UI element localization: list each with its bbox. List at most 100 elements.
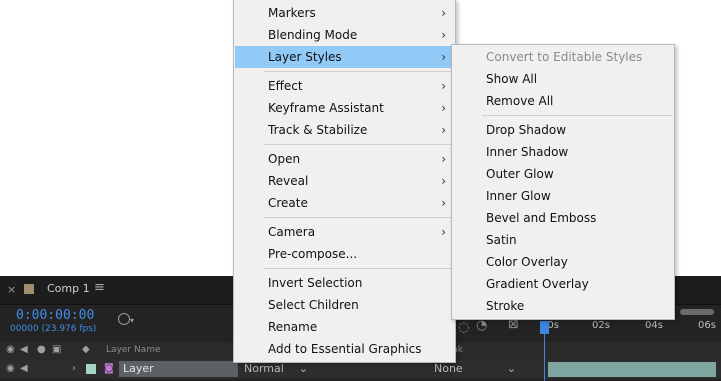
- menu-item-label: Satin: [486, 233, 517, 247]
- menu-separator: [264, 71, 453, 72]
- submenu-item-inner-shadow[interactable]: Inner Shadow: [453, 141, 673, 163]
- label-tag-icon: ◆: [82, 344, 90, 355]
- menu-item-open[interactable]: Open ›: [235, 148, 454, 170]
- menu-item-layer-styles[interactable]: Layer Styles ›: [235, 46, 454, 68]
- menu-item-label: Gradient Overlay: [486, 277, 589, 291]
- menu-item-label: Camera: [268, 225, 316, 239]
- menu-item-label: Show All: [486, 72, 538, 86]
- eye-icon: ◉: [6, 344, 15, 355]
- close-tab-icon[interactable]: ×: [7, 283, 16, 296]
- menu-item-label: Select Children: [268, 298, 359, 312]
- chevron-right-icon: ›: [441, 6, 446, 20]
- motion-blur-icon[interactable]: ◔: [476, 318, 487, 333]
- menu-item-label: Drop Shadow: [486, 123, 567, 137]
- menu-item-label: Effect: [268, 79, 303, 93]
- menu-item-create[interactable]: Create ›: [235, 192, 454, 214]
- frame-rate-info: 00000 (23.976 fps): [10, 324, 97, 334]
- menu-item-label: Convert to Editable Styles: [486, 50, 643, 64]
- menu-item-label: Track & Stabilize: [268, 123, 368, 137]
- submenu-item-inner-glow[interactable]: Inner Glow: [453, 185, 673, 207]
- menu-item-invert-selection[interactable]: Invert Selection: [235, 272, 454, 294]
- work-area-bar[interactable]: [680, 309, 714, 315]
- draft-3d-icon[interactable]: ◌: [458, 320, 469, 335]
- menu-item-label: Inner Glow: [486, 189, 551, 203]
- submenu-item-drop-shadow[interactable]: Drop Shadow: [453, 119, 673, 141]
- menu-separator: [264, 217, 453, 218]
- layer-name-header[interactable]: Layer Name: [106, 345, 161, 355]
- menu-separator: [264, 268, 453, 269]
- menu-item-label: Remove All: [486, 94, 554, 108]
- chevron-right-icon: ›: [441, 225, 446, 239]
- submenu-item-gradient-overlay[interactable]: Gradient Overlay: [453, 273, 673, 295]
- chevron-right-icon: ›: [441, 101, 446, 115]
- menu-item-reveal[interactable]: Reveal ›: [235, 170, 454, 192]
- menu-item-add-to-essential-graphics[interactable]: Add to Essential Graphics: [235, 338, 454, 360]
- layer-mode-select[interactable]: Normal ⌄: [244, 361, 312, 377]
- submenu-item-stroke[interactable]: Stroke: [453, 295, 673, 317]
- ruler-label: 02s: [592, 320, 610, 331]
- expand-chevron-icon[interactable]: ›: [72, 363, 76, 374]
- submenu-item-outer-glow[interactable]: Outer Glow: [453, 163, 673, 185]
- menu-item-label: Layer Styles: [268, 50, 342, 64]
- visibility-toggle-icon[interactable]: ◉: [6, 363, 15, 374]
- menu-item-label: Color Overlay: [486, 255, 568, 269]
- chevron-right-icon: ›: [441, 79, 446, 93]
- menu-item-effect[interactable]: Effect ›: [235, 75, 454, 97]
- current-time-line: [544, 321, 545, 381]
- menu-separator: [264, 144, 453, 145]
- search-dropdown-icon[interactable]: ▾: [130, 316, 134, 325]
- solo-icon: ●: [37, 344, 46, 355]
- submenu-item-show-all[interactable]: Show All: [453, 68, 673, 90]
- lock-icon: ▣: [52, 344, 62, 355]
- audio-icon: ◀: [20, 344, 28, 355]
- current-time-display[interactable]: 0:00:00:00: [16, 308, 94, 323]
- context-menu: Markers › Blending Mode › Layer Styles › Effec…: [233, 0, 456, 363]
- ruler-label: 06s: [698, 320, 716, 331]
- menu-item-label: Markers: [268, 6, 316, 20]
- menu-item-keyframe-assistant[interactable]: Keyframe Assistant ›: [235, 97, 454, 119]
- chevron-down-icon: ⌄: [298, 362, 308, 375]
- menu-item-label: Keyframe Assistant: [268, 101, 384, 115]
- menu-item-label: Stroke: [486, 299, 525, 313]
- layer-styles-submenu: Convert to Editable Styles Show All Remove…: [451, 44, 675, 320]
- menu-item-blending-mode[interactable]: Blending Mode ›: [235, 24, 454, 46]
- submenu-item-bevel-and-emboss[interactable]: Bevel and Emboss: [453, 207, 673, 229]
- layer-name[interactable]: Layer: [119, 361, 238, 377]
- audio-toggle-icon[interactable]: ◀: [20, 363, 28, 374]
- layer-label-color[interactable]: [86, 364, 96, 374]
- chevron-right-icon: ›: [441, 28, 446, 42]
- menu-item-select-children[interactable]: Select Children: [235, 294, 454, 316]
- ruler-label: 04s: [645, 320, 663, 331]
- menu-item-rename[interactable]: Rename: [235, 316, 454, 338]
- chevron-right-icon: ›: [441, 152, 446, 166]
- menu-item-markers[interactable]: Markers ›: [235, 2, 454, 24]
- menu-item-label: Rename: [268, 320, 318, 334]
- menu-item-label: Pre-compose...: [268, 247, 358, 261]
- menu-item-label: Outer Glow: [486, 167, 554, 181]
- panel-menu-icon[interactable]: ≡: [94, 280, 105, 295]
- track-matte-select[interactable]: None ⌄: [434, 361, 518, 377]
- menu-item-label: Open: [268, 152, 301, 166]
- chevron-right-icon: ›: [441, 174, 446, 188]
- comp-tab-label[interactable]: Comp 1: [47, 282, 90, 295]
- menu-separator: [482, 115, 672, 116]
- menu-item-label: Add to Essential Graphics: [268, 342, 422, 356]
- menu-item-label: Blending Mode: [268, 28, 358, 42]
- submenu-item-color-overlay[interactable]: Color Overlay: [453, 251, 673, 273]
- chevron-right-icon: ›: [441, 50, 446, 64]
- composition-icon: [24, 284, 34, 294]
- menu-item-label: Bevel and Emboss: [486, 211, 597, 225]
- menu-item-camera[interactable]: Camera ›: [235, 221, 454, 243]
- layer-duration-bar[interactable]: [548, 362, 716, 377]
- submenu-item-satin[interactable]: Satin: [453, 229, 673, 251]
- menu-item-label: Invert Selection: [268, 276, 363, 290]
- chevron-right-icon: ›: [441, 123, 446, 137]
- search-icon[interactable]: [118, 313, 130, 325]
- menu-item-pre-compose[interactable]: Pre-compose...: [235, 243, 454, 265]
- menu-item-label: Create: [268, 196, 308, 210]
- chevron-right-icon: ›: [441, 196, 446, 210]
- submenu-item-remove-all[interactable]: Remove All: [453, 90, 673, 112]
- menu-item-label: Reveal: [268, 174, 309, 188]
- chevron-down-icon: ⌄: [506, 362, 516, 375]
- menu-item-track-stabilize[interactable]: Track & Stabilize ›: [235, 119, 454, 141]
